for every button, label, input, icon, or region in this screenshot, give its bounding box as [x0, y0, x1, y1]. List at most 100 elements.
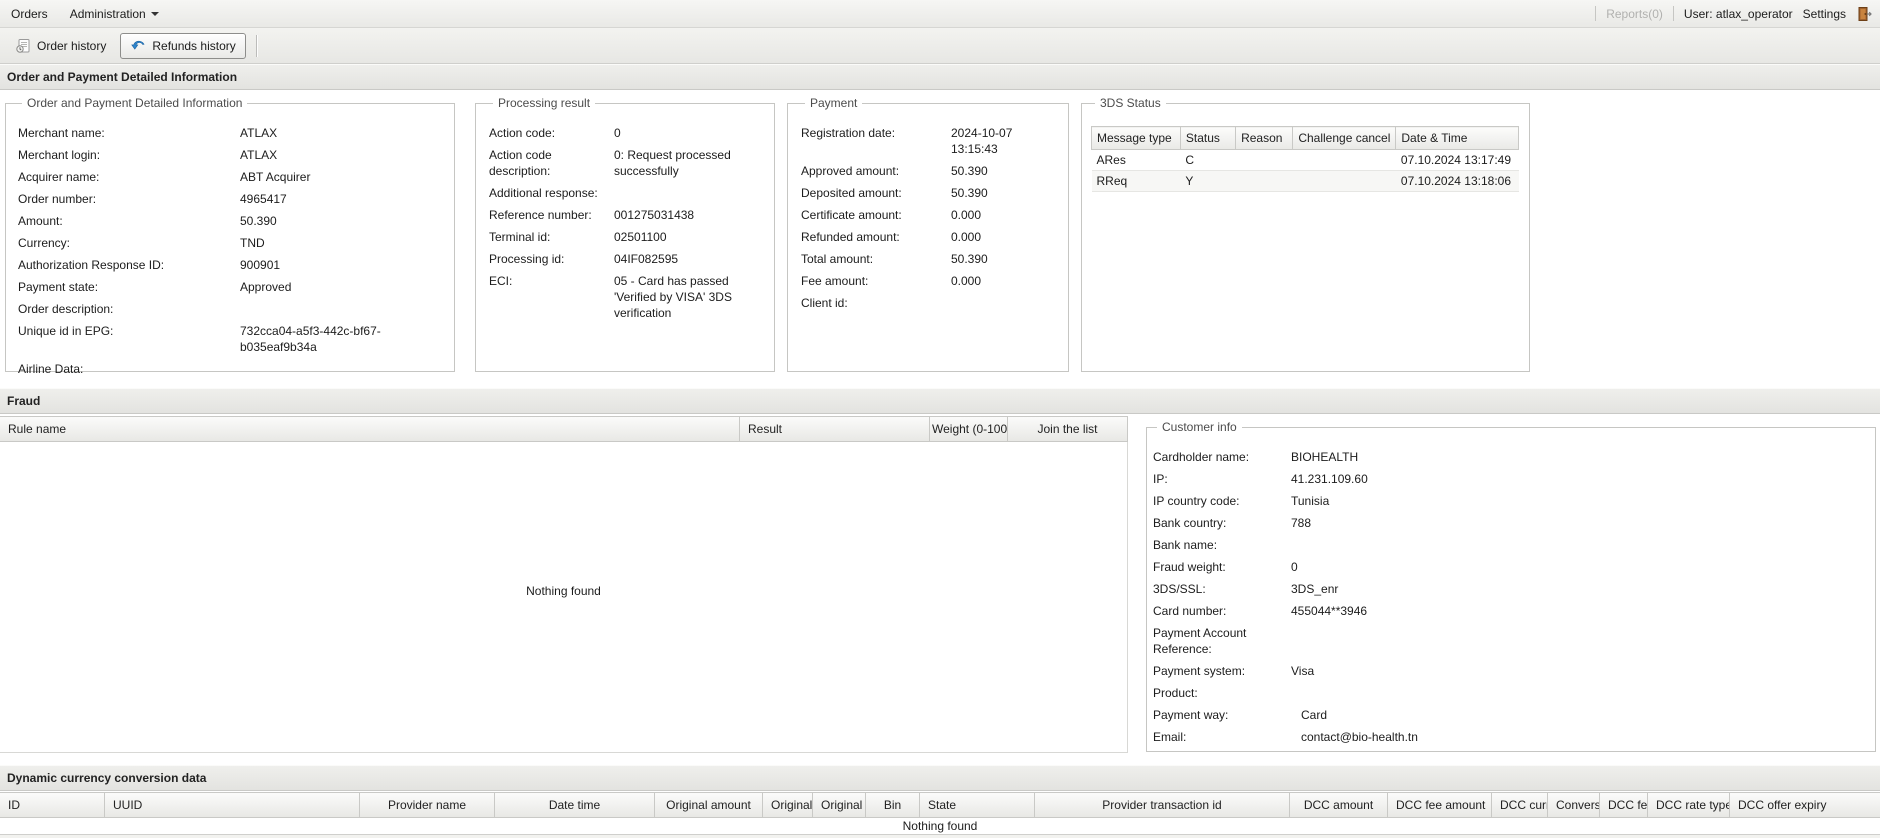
cell-message-type: ARes: [1092, 150, 1181, 171]
field-value: 50.390: [951, 251, 1058, 267]
field-ip-country-code: IP country code:Tunisia: [1153, 490, 1865, 512]
field-value: Card: [1291, 707, 1865, 723]
field-label: Order description:: [18, 301, 240, 317]
separator: [1673, 6, 1674, 21]
col-date-time[interactable]: Date time: [495, 793, 655, 817]
col-dcc-rate-type[interactable]: DCC rate type: [1648, 793, 1730, 817]
field-label: Registration date:: [801, 125, 951, 141]
field-label: Total amount:: [801, 251, 951, 267]
col-dcc-fee-amount[interactable]: DCC fee amount: [1388, 793, 1492, 817]
field-label: Amount:: [18, 213, 240, 229]
fraud-table-header: Rule name Result Weight (0-100) Join the…: [0, 416, 1128, 442]
field-email: Email:contact@bio-health.tn: [1153, 726, 1865, 748]
cell-reason: [1236, 171, 1293, 192]
app-window: Orders Administration Reports(0) User: a…: [0, 0, 1880, 838]
field-value: contact@bio-health.tn: [1291, 729, 1865, 745]
col-date-time[interactable]: Date & Time: [1396, 127, 1519, 150]
cell-challenge-cancel: [1293, 171, 1396, 192]
section-header-fraud-label: Fraud: [7, 394, 40, 408]
col-status[interactable]: Status: [1180, 127, 1235, 150]
table-row[interactable]: ARes C 07.10.2024 13:17:49: [1092, 150, 1519, 171]
three-ds-table: Message type Status Reason Challenge can…: [1091, 126, 1519, 192]
field-airline-data: Airline Data:: [18, 358, 444, 380]
field-label: IP country code:: [1153, 493, 1291, 509]
col-provider-transaction-id[interactable]: Provider transaction id: [1035, 793, 1290, 817]
field-merchant-login: Merchant login:ATLAX: [18, 144, 444, 166]
field-eci: ECI:05 - Card has passed 'Verified by VI…: [489, 270, 764, 324]
field-label: IP:: [1153, 471, 1291, 487]
field-value: ABT Acquirer: [240, 169, 444, 185]
menu-orders[interactable]: Orders: [0, 7, 59, 21]
dcc-table-header: ID UUID Provider name Date time Original…: [0, 792, 1880, 818]
col-rule-name[interactable]: Rule name: [0, 417, 740, 441]
field-value: 788: [1291, 515, 1865, 531]
field-label: Payment Account Reference:: [1153, 625, 1291, 657]
col-original-amount[interactable]: Original amount: [655, 793, 763, 817]
field-ip: IP:41.231.109.60: [1153, 468, 1865, 490]
field-label: Deposited amount:: [801, 185, 951, 201]
field-action-code-description: Action code description:0: Request proce…: [489, 144, 764, 182]
col-provider-name[interactable]: Provider name: [360, 793, 495, 817]
col-bin[interactable]: Bin: [866, 793, 920, 817]
field-reference-number: Reference number:001275031438: [489, 204, 764, 226]
menu-administration[interactable]: Administration: [59, 7, 170, 21]
col-state[interactable]: State: [920, 793, 1035, 817]
col-uuid[interactable]: UUID: [105, 793, 360, 817]
col-dcc-currency[interactable]: DCC curr: [1492, 793, 1548, 817]
field-total-amount: Total amount:50.390: [801, 248, 1058, 270]
tab-refunds-history[interactable]: Refunds history: [120, 33, 245, 59]
field-currency: Currency:TND: [18, 232, 444, 254]
field-value: TND: [240, 235, 444, 251]
col-dcc-amount[interactable]: DCC amount: [1290, 793, 1388, 817]
field-payment-system: Payment system:Visa: [1153, 660, 1865, 682]
field-value: 0: Request processed successfully: [614, 147, 764, 179]
col-id[interactable]: ID: [0, 793, 105, 817]
field-payment-way: Payment way:Card: [1153, 704, 1865, 726]
field-label: Certificate amount:: [801, 207, 951, 223]
field-label: Unique id in EPG:: [18, 323, 240, 339]
cell-challenge-cancel: [1293, 150, 1396, 171]
col-dcc-fee[interactable]: DCC fee: [1600, 793, 1648, 817]
field-label: Currency:: [18, 235, 240, 251]
field-value: 4965417: [240, 191, 444, 207]
fraud-table-body: Nothing found: [0, 442, 1128, 753]
field-action-code: Action code:0: [489, 122, 764, 144]
menu-settings[interactable]: Settings: [1803, 7, 1846, 21]
field-label: Airline Data:: [18, 361, 240, 377]
separator: [1595, 6, 1596, 21]
field-value: 0.000: [951, 273, 1058, 289]
order-info-legend: Order and Payment Detailed Information: [22, 96, 247, 110]
col-weight[interactable]: Weight (0-100): [930, 417, 1008, 441]
field-value: 02501100: [614, 229, 764, 245]
col-dcc-offer-expiry[interactable]: DCC offer expiry: [1730, 793, 1880, 817]
field-value: 001275031438: [614, 207, 764, 223]
col-original-fee[interactable]: Original f: [763, 793, 813, 817]
door-exit-icon[interactable]: [1856, 6, 1872, 22]
menu-reports: Reports(0): [1606, 7, 1663, 21]
toolbar: Order history Refunds history: [0, 28, 1880, 64]
col-join-the-list[interactable]: Join the list: [1008, 417, 1128, 441]
field-value: BIOHEALTH: [1291, 449, 1865, 465]
col-result[interactable]: Result: [740, 417, 930, 441]
field-label: Cardholder name:: [1153, 449, 1291, 465]
col-message-type[interactable]: Message type: [1092, 127, 1181, 150]
order-history-icon: [15, 38, 31, 54]
field-label: Email:: [1153, 729, 1291, 745]
field-label: Terminal id:: [489, 229, 614, 245]
field-value: Visa: [1291, 663, 1865, 679]
field-refunded-amount: Refunded amount:0.000: [801, 226, 1058, 248]
field-label: Approved amount:: [801, 163, 951, 179]
col-challenge-cancel[interactable]: Challenge cancel: [1293, 127, 1396, 150]
table-row[interactable]: RReq Y 07.10.2024 13:18:06: [1092, 171, 1519, 192]
field-value: 455044**3946: [1291, 603, 1865, 619]
field-label: Client id:: [801, 295, 951, 311]
field-label: Acquirer name:: [18, 169, 240, 185]
col-conversion[interactable]: Conversi: [1548, 793, 1600, 817]
field-label: Bank name:: [1153, 537, 1291, 553]
col-reason[interactable]: Reason: [1236, 127, 1293, 150]
col-original-currency[interactable]: Original c: [813, 793, 866, 817]
field-value: Tunisia: [1291, 493, 1865, 509]
tab-order-history[interactable]: Order history: [5, 33, 116, 59]
field-approved-amount: Approved amount:50.390: [801, 160, 1058, 182]
field-acquirer-name: Acquirer name:ABT Acquirer: [18, 166, 444, 188]
